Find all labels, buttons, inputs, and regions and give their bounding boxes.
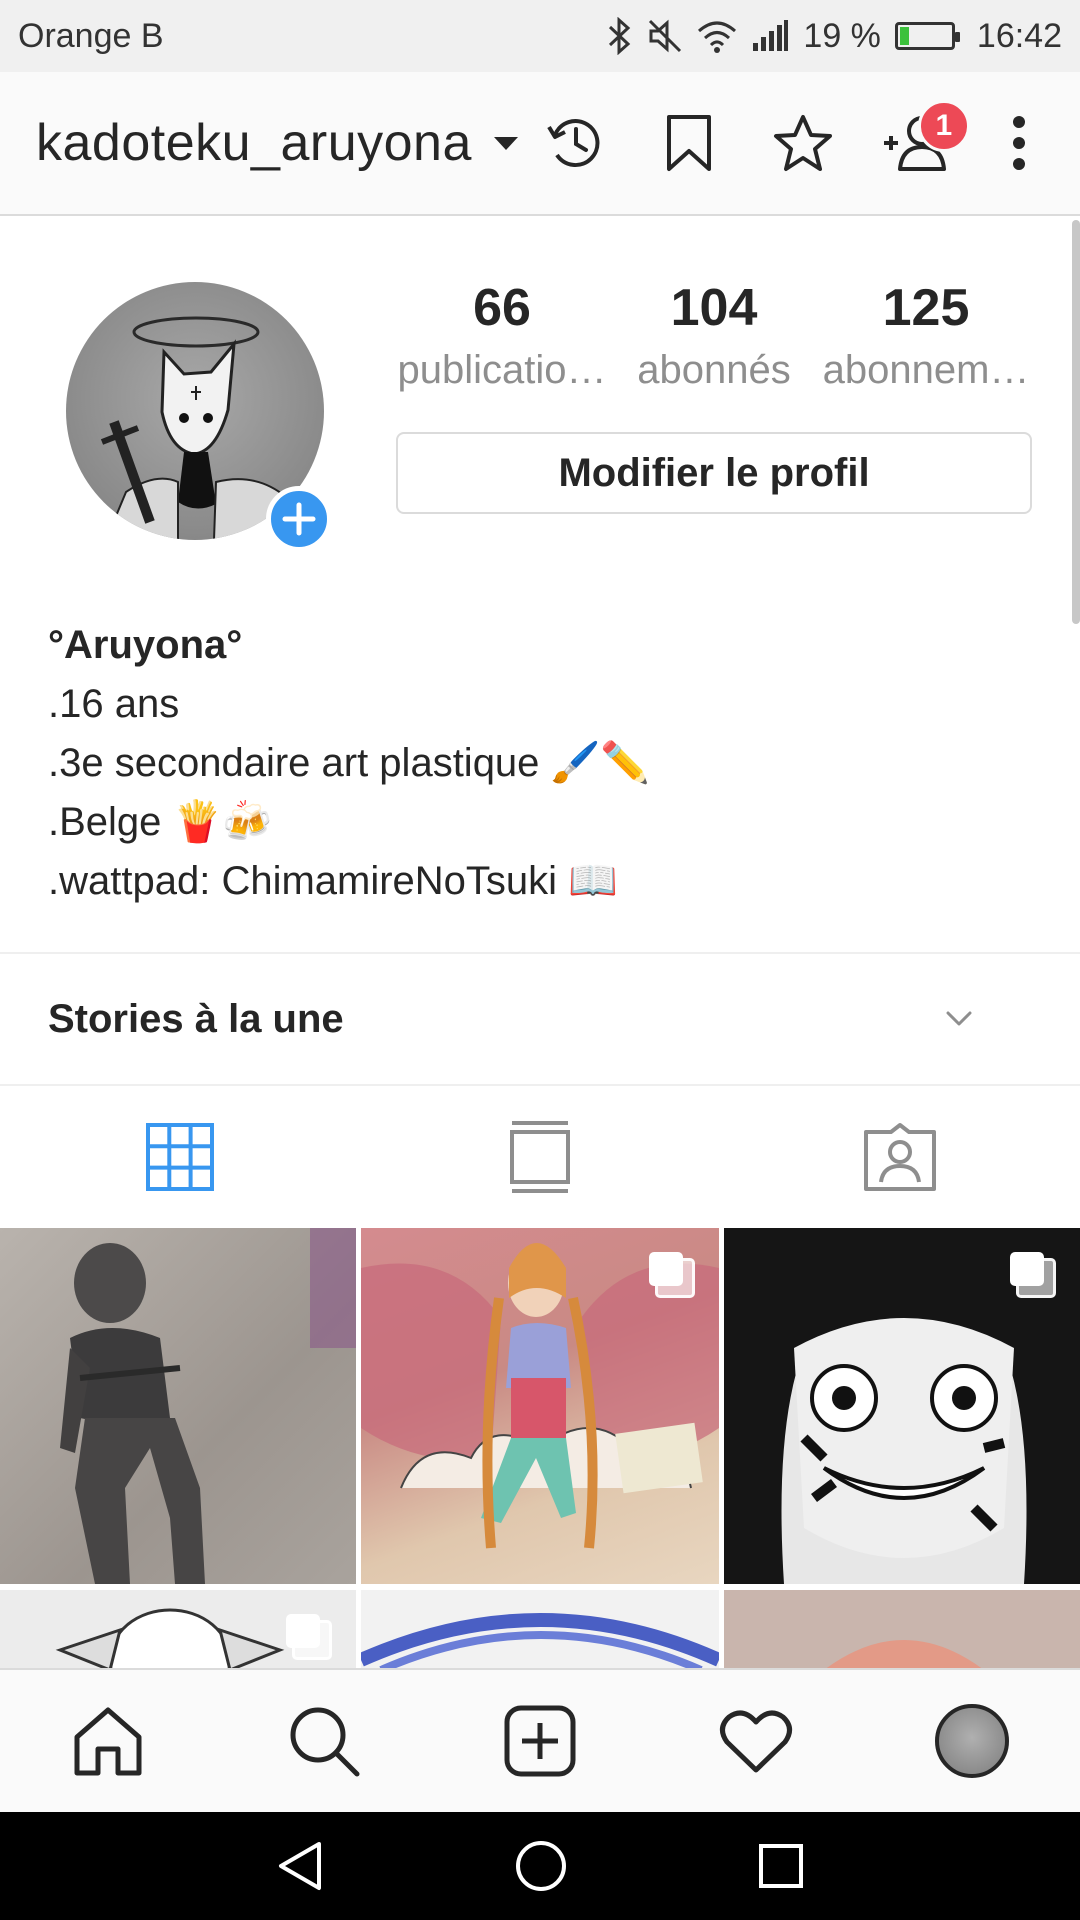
posts-grid — [0, 1228, 1080, 1668]
bluetooth-icon — [607, 17, 633, 55]
home-icon — [74, 1707, 142, 1776]
tagged-icon — [864, 1123, 936, 1191]
nav-search[interactable] — [264, 1681, 384, 1801]
bookmark-icon[interactable] — [632, 86, 746, 200]
profile-top-bar: kadoteku_aruyona 1 — [0, 72, 1080, 216]
post-thumbnail[interactable] — [0, 1590, 356, 1668]
signal-icon — [751, 19, 789, 53]
stat-posts-value: 66 — [473, 279, 531, 337]
multi-photo-icon — [1010, 1252, 1056, 1298]
grid-icon — [146, 1123, 214, 1191]
edit-profile-button[interactable]: Modifier le profil — [396, 432, 1032, 514]
clock: 16:42 — [976, 16, 1062, 55]
stat-following-label: abonnem… — [822, 348, 1030, 392]
stat-followers-value: 104 — [670, 279, 758, 337]
profile-tabs — [0, 1086, 1080, 1228]
recents-icon[interactable] — [757, 1842, 805, 1890]
post-thumbnail[interactable] — [361, 1590, 719, 1668]
post-image — [826, 1640, 982, 1668]
star-icon[interactable] — [746, 86, 860, 200]
tab-feed[interactable] — [360, 1086, 720, 1228]
stat-posts-label: publicatio… — [397, 348, 607, 392]
home-circle-icon[interactable] — [514, 1839, 568, 1893]
nav-activity[interactable] — [696, 1681, 816, 1801]
plus-icon — [282, 502, 316, 536]
tab-tagged[interactable] — [720, 1086, 1080, 1228]
bio-line: .16 ans — [48, 682, 180, 726]
scrollbar[interactable] — [1072, 220, 1080, 624]
stat-followers[interactable]: 104 abonnés — [608, 278, 820, 393]
search-icon — [290, 1707, 360, 1777]
account-username[interactable]: kadoteku_aruyona — [36, 113, 472, 173]
add-story-button[interactable] — [266, 486, 332, 552]
tab-grid[interactable] — [0, 1086, 360, 1228]
stat-followers-label: abonnés — [637, 348, 791, 392]
status-icons: 19 % 16:42 — [607, 17, 1062, 56]
account-switcher-caret-icon[interactable] — [493, 136, 518, 150]
status-bar: Orange B 19 % 16:42 — [0, 0, 1080, 72]
post-thumbnail[interactable] — [724, 1228, 1080, 1584]
post-thumbnail[interactable] — [724, 1590, 1080, 1668]
profile-bio: °Aruyona° .16 ans .3e secondaire art pla… — [48, 616, 1028, 911]
battery-level — [899, 27, 910, 45]
multi-photo-icon — [649, 1252, 695, 1298]
bio-display-name: °Aruyona° — [48, 623, 243, 667]
new-post-icon — [504, 1705, 576, 1777]
post-image — [60, 1228, 356, 1584]
add-user-icon[interactable]: 1 — [860, 86, 974, 200]
mute-icon — [647, 18, 683, 54]
feed-icon — [510, 1121, 570, 1193]
more-icon[interactable] — [974, 86, 1064, 200]
nav-new-post[interactable] — [480, 1681, 600, 1801]
battery-percent: 19 % — [803, 16, 881, 55]
post-thumbnail[interactable] — [0, 1228, 356, 1584]
bio-line: .wattpad: ChimamireNoTsuki 📖 — [48, 859, 618, 903]
post-image — [361, 1613, 719, 1668]
profile-stats: 66 publicatio… 104 abonnés 125 abonnem… — [396, 278, 1032, 393]
nav-profile[interactable] — [912, 1681, 1032, 1801]
bottom-navigation — [0, 1668, 1080, 1812]
stat-following[interactable]: 125 abonnem… — [820, 278, 1032, 393]
top-bar-actions: 1 — [518, 86, 1064, 200]
stat-posts[interactable]: 66 publicatio… — [396, 278, 608, 393]
nav-home[interactable] — [48, 1681, 168, 1801]
profile-avatar-container[interactable] — [66, 282, 332, 552]
archive-icon[interactable] — [518, 86, 632, 200]
chevron-down-icon[interactable] — [944, 1009, 974, 1029]
notification-badge: 1 — [917, 100, 970, 152]
multi-photo-icon — [286, 1614, 332, 1660]
activity-icon — [720, 1710, 792, 1773]
carrier-name: Orange B — [18, 16, 164, 55]
stat-following-value: 125 — [882, 279, 970, 337]
back-icon[interactable] — [275, 1840, 325, 1892]
bio-line: .Belge 🍟🍻 — [48, 800, 273, 844]
system-navigation-bar — [0, 1812, 1080, 1920]
story-highlights-row[interactable]: Stories à la une — [0, 954, 1080, 1084]
story-highlights-title: Stories à la une — [48, 996, 344, 1041]
post-thumbnail[interactable] — [361, 1228, 719, 1584]
profile-header: 66 publicatio… 104 abonnés 125 abonnem… … — [0, 218, 1080, 552]
bio-line: .3e secondaire art plastique 🖌️✏️ — [48, 741, 651, 785]
battery-icon — [894, 22, 960, 50]
profile-avatar-small — [935, 1704, 1009, 1778]
wifi-icon — [697, 19, 737, 53]
